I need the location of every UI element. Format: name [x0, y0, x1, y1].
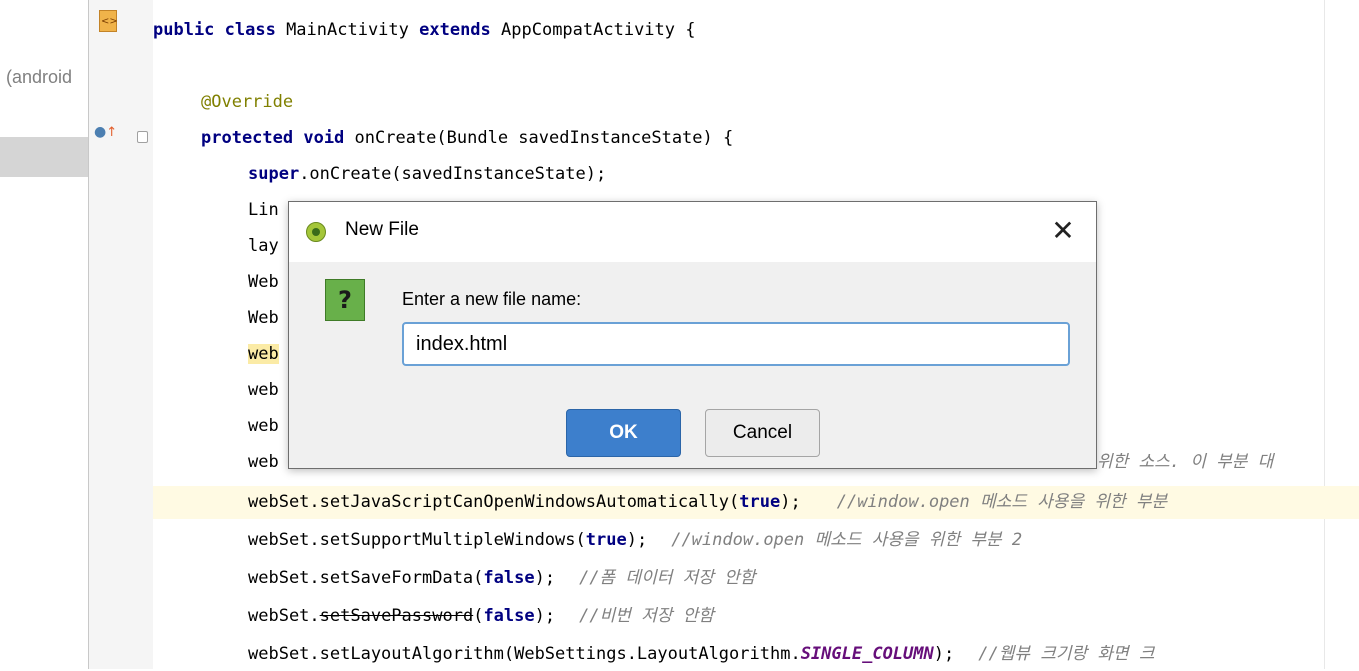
- project-tree-label[interactable]: (android: [6, 67, 86, 88]
- cancel-button[interactable]: Cancel: [705, 409, 820, 457]
- project-pane: (android: [0, 0, 88, 669]
- fold-icon[interactable]: [137, 131, 148, 143]
- code-line: webSet.setSupportMultipleWindows(true); /…: [248, 530, 1023, 550]
- file-html-icon: <>: [99, 10, 118, 32]
- android-studio-icon: [306, 222, 326, 242]
- code-line: public class MainActivity extends AppCom…: [153, 20, 696, 40]
- question-icon: ?: [325, 279, 365, 321]
- code-line: webSet.setLayoutAlgorithm(WebSettings.La…: [248, 644, 1155, 664]
- code-line: protected void onCreate(Bundle savedInst…: [201, 128, 734, 148]
- code-line: @Override: [201, 92, 294, 112]
- code-line: webSet.setSavePassword(false);//비번 저장 안함: [248, 606, 714, 626]
- override-method-icon[interactable]: ●↑: [94, 124, 117, 140]
- code-line: super.onCreate(savedInstanceState);: [248, 164, 607, 184]
- dialog-title: New File: [345, 219, 419, 240]
- code-line: webSet.setSaveFormData(false);//폼 데이터 저장…: [248, 568, 756, 588]
- ok-button[interactable]: OK: [566, 409, 681, 457]
- file-name-input[interactable]: [402, 322, 1070, 366]
- code-line-current: webSet.setJavaScriptCanOpenWindowsAutoma…: [153, 486, 1359, 519]
- project-tree-selected-row[interactable]: [0, 137, 88, 177]
- editor-gutter: <> ●↑: [89, 0, 153, 669]
- dialog-titlebar[interactable]: New File ✕: [289, 202, 1096, 262]
- dialog-prompt: Enter a new file name:: [402, 289, 582, 309]
- new-file-dialog: New File ✕ ? Enter a new file name: OK C…: [288, 201, 1097, 469]
- close-icon[interactable]: ✕: [1043, 212, 1083, 250]
